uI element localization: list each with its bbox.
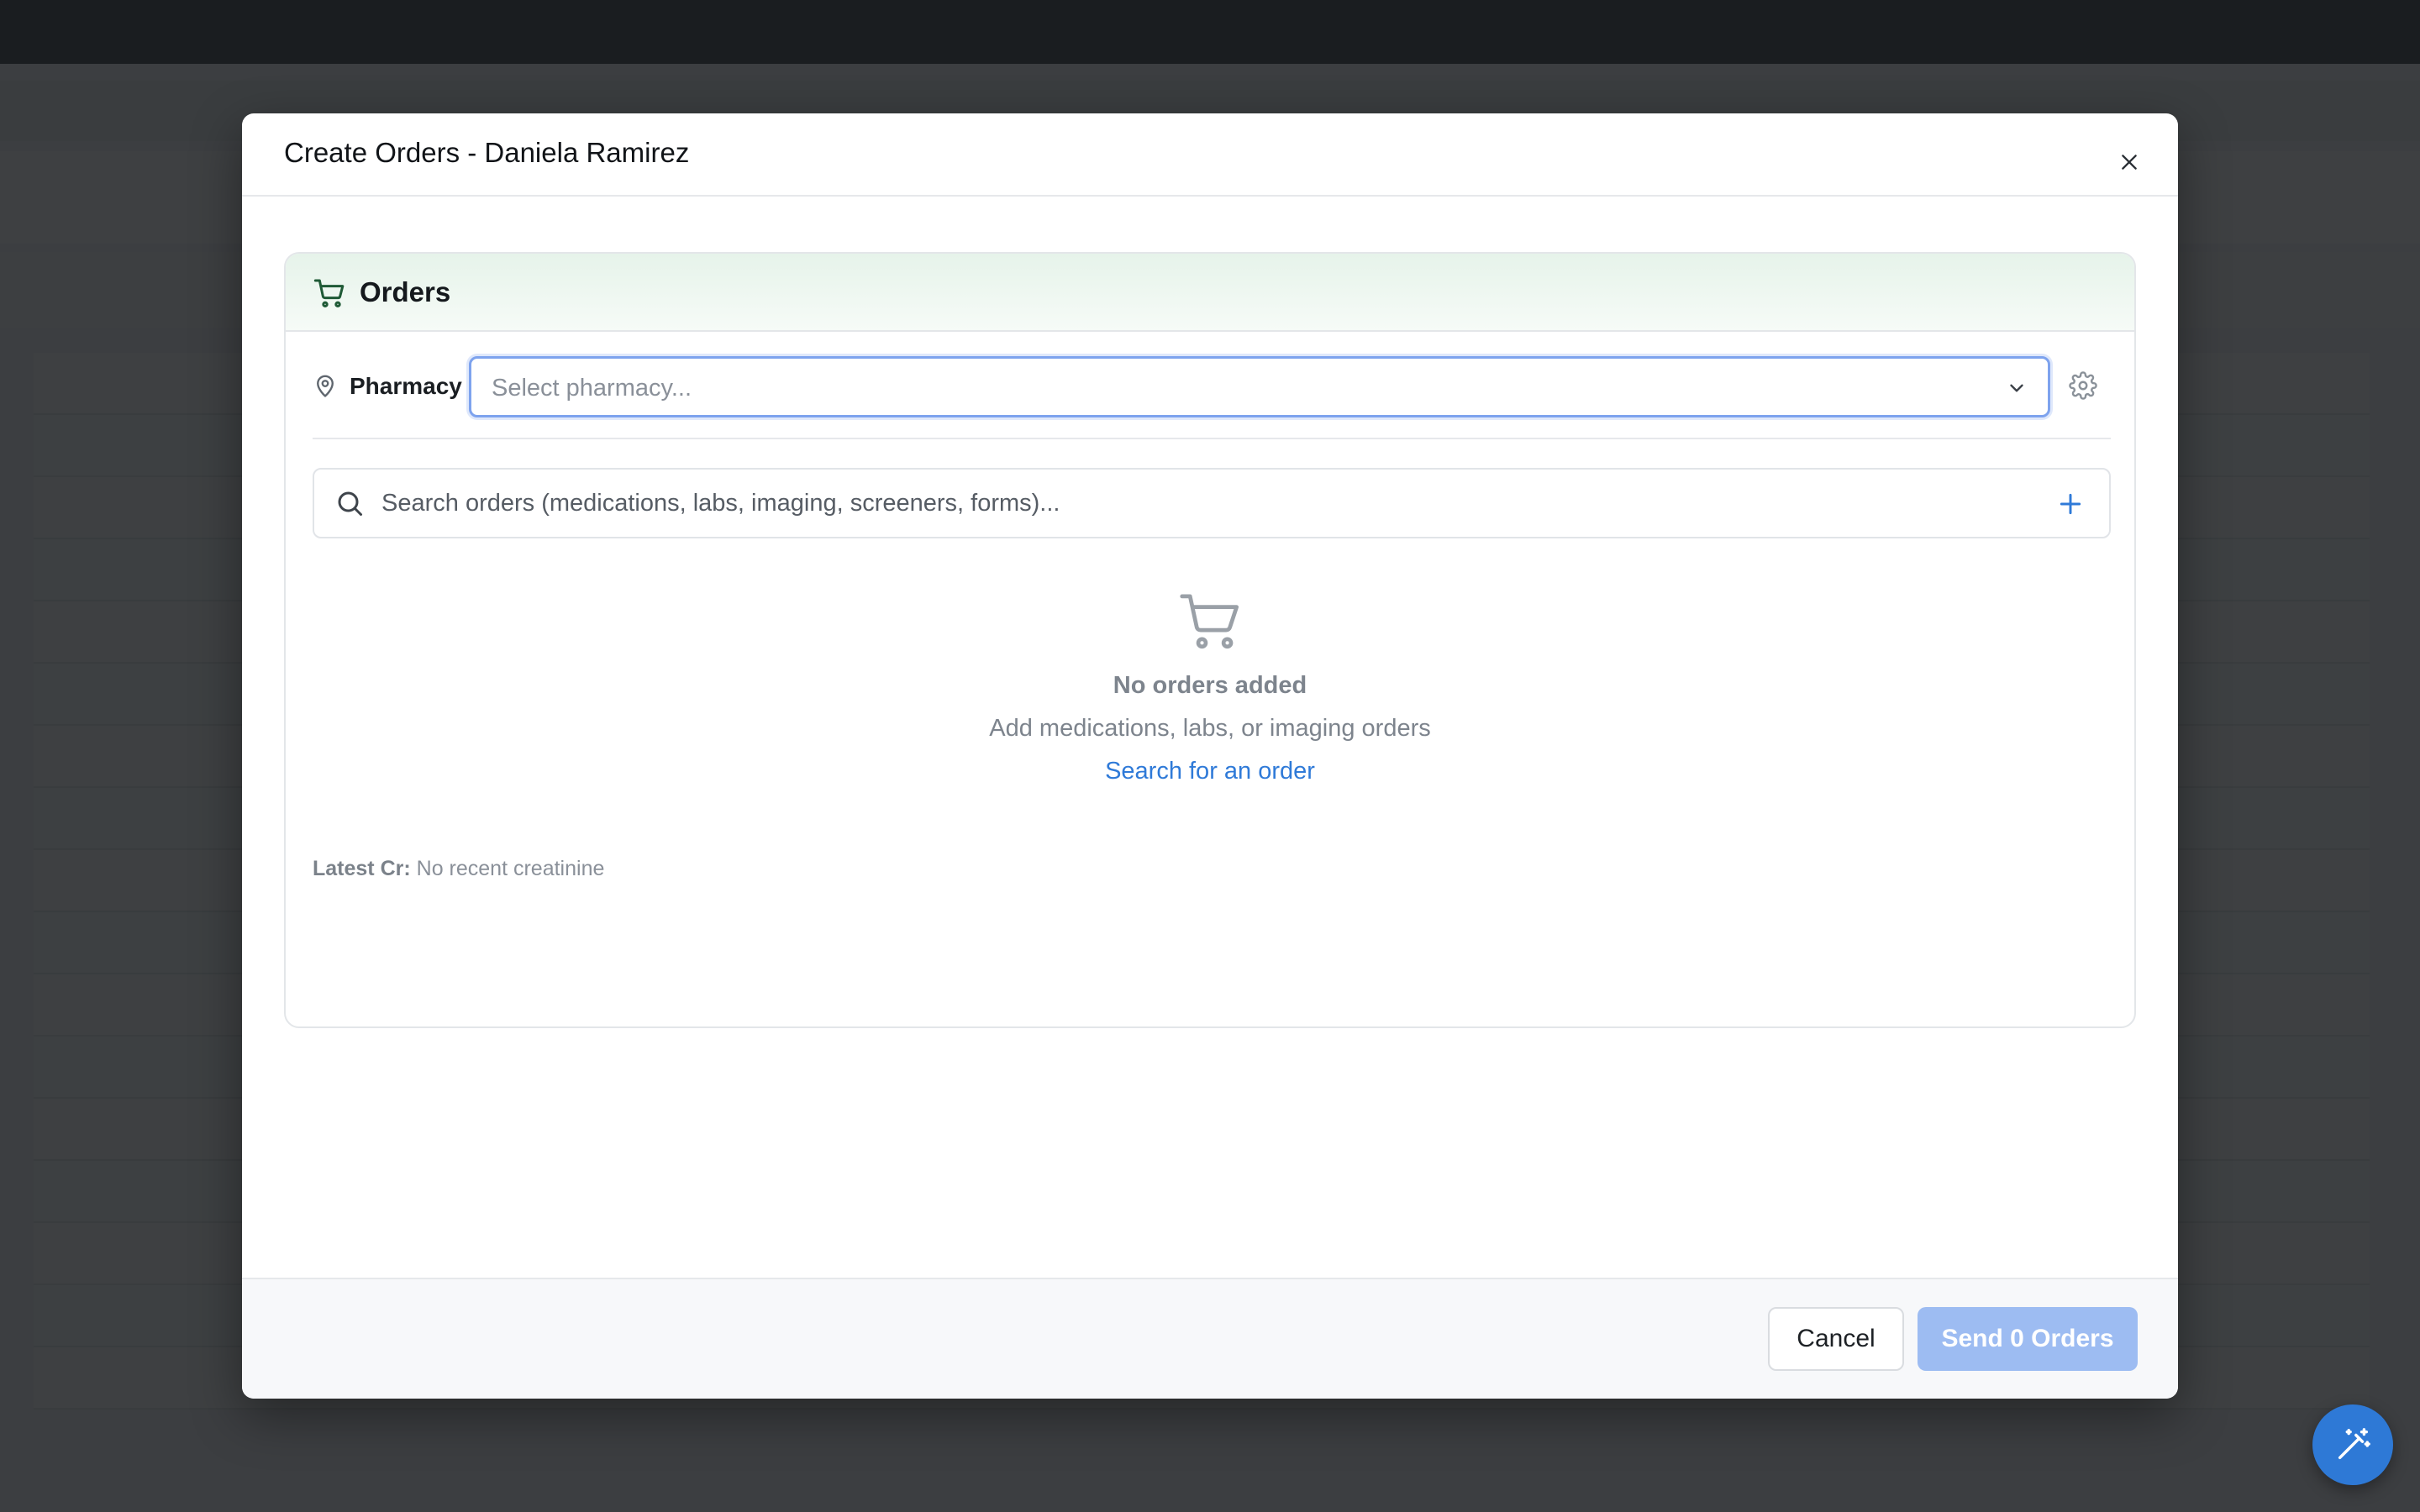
send-orders-button[interactable]: Send 0 Orders [1918,1307,2138,1371]
orders-card-header: Orders [286,254,2134,332]
empty-state-title: No orders added [1113,672,1307,699]
shopping-cart-icon [1180,594,1239,649]
pharmacy-select-placeholder: Select pharmacy... [492,375,692,402]
search-for-order-link[interactable]: Search for an order [1105,758,1315,785]
modal-title: Create Orders - Daniela Ramirez [284,137,690,168]
chevron-down-icon [2010,384,2023,392]
modal-header: Create Orders - Daniela Ramirez [242,113,2178,197]
cancel-button[interactable]: Cancel [1768,1307,1904,1371]
close-button[interactable] [2114,147,2144,177]
shopping-cart-icon [313,279,345,308]
latest-creatinine-label: Latest Cr: [313,857,411,880]
modal-footer: Cancel Send 0 Orders [242,1278,2178,1399]
orders-card-title: Orders [360,276,451,307]
search-icon [338,491,362,516]
pharmacy-row: Pharmacy Select pharmacy... [313,356,2111,423]
magic-assist-button[interactable] [2312,1404,2393,1485]
magic-wand-icon [2338,1428,2370,1460]
divider [313,438,2111,439]
latest-creatinine-value: No recent creatinine [416,857,605,880]
empty-state: No orders added Add medications, labs, o… [286,590,2134,785]
order-search-box [313,468,2111,538]
gear-icon[interactable] [2069,371,2097,400]
pharmacy-select[interactable]: Select pharmacy... [469,356,2050,417]
pharmacy-label: Pharmacy [350,373,462,399]
map-pin-icon [317,375,334,397]
orders-card: Orders Pharmacy Select pharmacy... Searc… [284,252,2136,1028]
latest-creatinine: Latest Cr: No recent creatinine [313,857,604,881]
plus-icon[interactable] [2057,491,2084,517]
empty-state-subtitle: Add medications, labs, or imaging orders [989,715,1431,742]
create-orders-modal: Create Orders - Daniela Ramirez Orders P… [242,113,2178,1399]
order-search-input[interactable] [381,471,2028,535]
close-icon [2122,155,2137,170]
